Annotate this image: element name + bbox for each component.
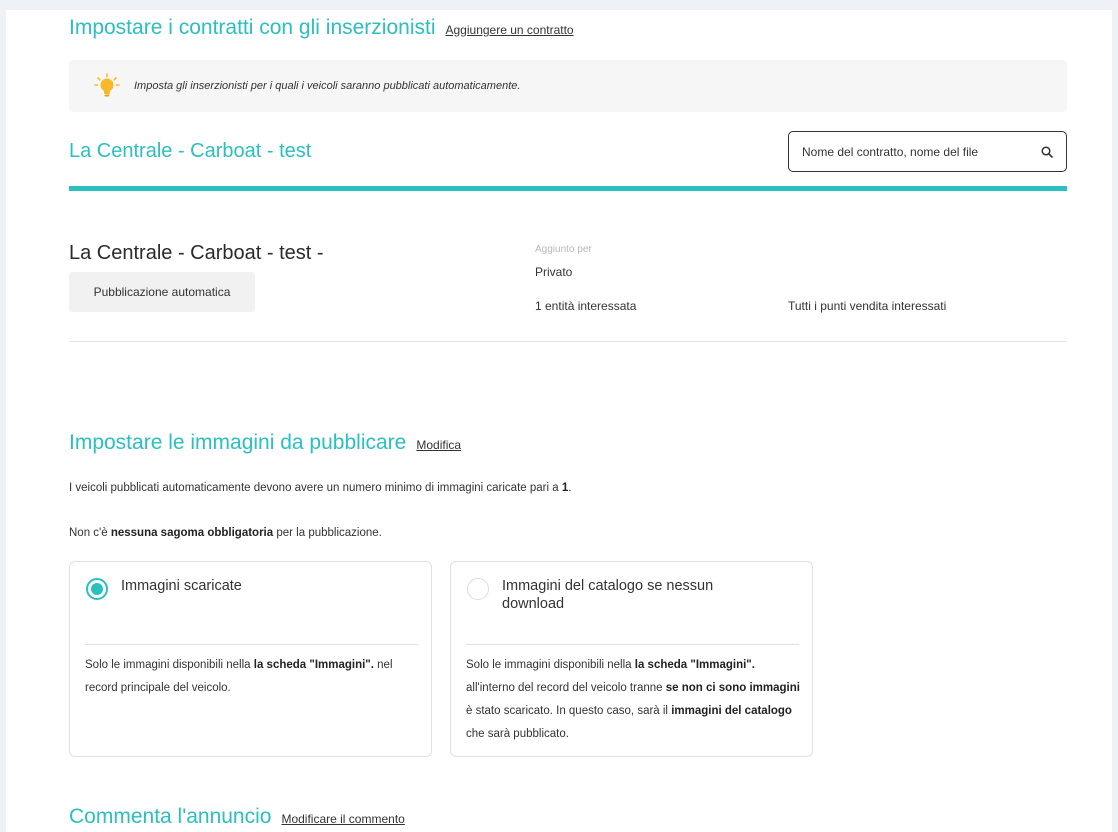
template-text: Non c'è nessuna sagoma obbligatoria per … [69,527,382,539]
added-by-value: Privato [535,265,573,279]
desc-bold: la scheda "Immagini". [253,659,374,671]
images-header: Impostare le immagini da pubblicare Modi… [69,431,461,455]
contract-name[interactable]: La Centrale - Carboat - test - [69,242,324,265]
radio-selected-icon[interactable] [86,578,108,600]
desc-text: è stato scaricato. In questo caso, sarà … [466,705,672,717]
search-icon[interactable] [1040,145,1054,159]
desc-text: all'interno del record del veicolo trann… [466,682,666,694]
option-card-downloaded[interactable]: Immagini scaricate Solo le immagini disp… [69,561,432,757]
tip-text: Imposta gli inserzionisti per i quali i … [134,80,521,92]
search-input[interactable] [802,144,1022,159]
template-suffix: per la pubblicazione. [273,527,382,539]
edit-comment-link[interactable]: Modificare il commento [281,812,404,826]
desc-text: Solo le immagini disponibili nella [466,659,635,671]
added-by-label: Aggiunto per [535,244,592,255]
contract-section-title: La Centrale - Carboat - test [69,140,312,162]
edit-images-link[interactable]: Modifica [416,438,461,452]
tip-box: Imposta gli inserzionisti per i quali i … [69,60,1067,112]
section-divider [69,186,1067,191]
template-bold: nessuna sagoma obbligatoria [110,527,274,539]
desc-text: Solo le immagini disponibili nella [85,659,254,671]
entities-count: 1 entità interessata [535,299,637,313]
option-desc: Solo le immagini disponibili nella la sc… [85,654,425,700]
template-prefix: Non c'è [69,527,111,539]
desc-bold: immagini del catalogo [671,705,792,717]
page: Impostare i contratti con gli inserzioni… [6,10,1112,832]
contract-search[interactable] [788,131,1067,172]
lightbulb-icon [94,73,120,99]
contracts-title: Impostare i contratti con gli inserzioni… [69,16,436,39]
radio-unselected-icon[interactable] [467,578,489,600]
desc-bold: la scheda "Immagini". [634,659,755,671]
min-images-text: I veicoli pubblicati automaticamente dev… [69,482,571,494]
add-contract-link[interactable]: Aggiungere un contratto [446,23,574,37]
content: Impostare i contratti con gli inserzioni… [69,10,1067,832]
card-divider [85,644,418,645]
option-desc: Solo le immagini disponibili nella la sc… [466,654,806,746]
comment-header: Commenta l'annuncio Modificare il commen… [69,805,405,829]
row-divider [69,341,1067,342]
comment-title: Commenta l'annuncio [69,805,272,828]
status-badge: Pubblicazione automatica [69,272,255,312]
contracts-header: Impostare i contratti con gli inserzioni… [69,16,574,40]
option-title: Immagini scaricate [121,578,242,594]
card-divider [466,644,799,645]
min-images-prefix: I veicoli pubblicati automaticamente dev… [69,482,562,494]
images-title: Impostare le immagini da pubblicare [69,431,407,454]
min-images-suffix: . [568,482,572,494]
desc-bold: se non ci sono immagini [665,682,800,694]
option-title: Immagini del catalogo se nessun download [502,578,714,612]
stores-scope: Tutti i punti vendita interessati [788,299,947,313]
option-card-catalog[interactable]: Immagini del catalogo se nessun download… [450,561,813,757]
desc-text: che sarà pubblicato. [466,728,569,740]
